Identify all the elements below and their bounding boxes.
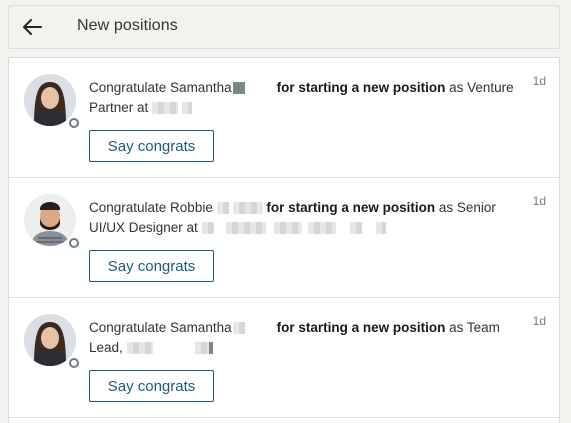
timestamp: 1d: [532, 74, 546, 88]
presence-indicator: [67, 116, 81, 130]
say-congrats-button[interactable]: Say congrats: [89, 250, 214, 282]
list-item: Congratulate Robbie for starting a new p…: [9, 178, 559, 298]
list-item: Congratulate Samantha for starting a new …: [9, 298, 559, 418]
say-congrats-button[interactable]: Say congrats: [89, 370, 214, 402]
timestamp: 1d: [532, 314, 546, 328]
avatar[interactable]: [24, 314, 81, 370]
list-item: Congratulate Samantha for starting a new …: [9, 58, 559, 178]
page-header: New positions: [8, 5, 560, 49]
presence-indicator: [67, 236, 81, 250]
notification-text: Congratulate Samantha for starting a new …: [89, 80, 514, 115]
avatar[interactable]: [24, 74, 81, 130]
avatar[interactable]: [24, 194, 81, 250]
notification-text: Congratulate Samantha for starting a new …: [89, 320, 500, 355]
arrow-left-icon: [23, 19, 42, 35]
timestamp: 1d: [532, 194, 546, 208]
page-title: New positions: [77, 17, 178, 34]
back-button[interactable]: [19, 14, 45, 40]
say-congrats-button[interactable]: Say congrats: [89, 130, 214, 162]
notification-text: Congratulate Robbie for starting a new p…: [89, 200, 496, 235]
presence-indicator: [67, 356, 81, 370]
positions-list: Congratulate Samantha for starting a new …: [8, 57, 560, 423]
